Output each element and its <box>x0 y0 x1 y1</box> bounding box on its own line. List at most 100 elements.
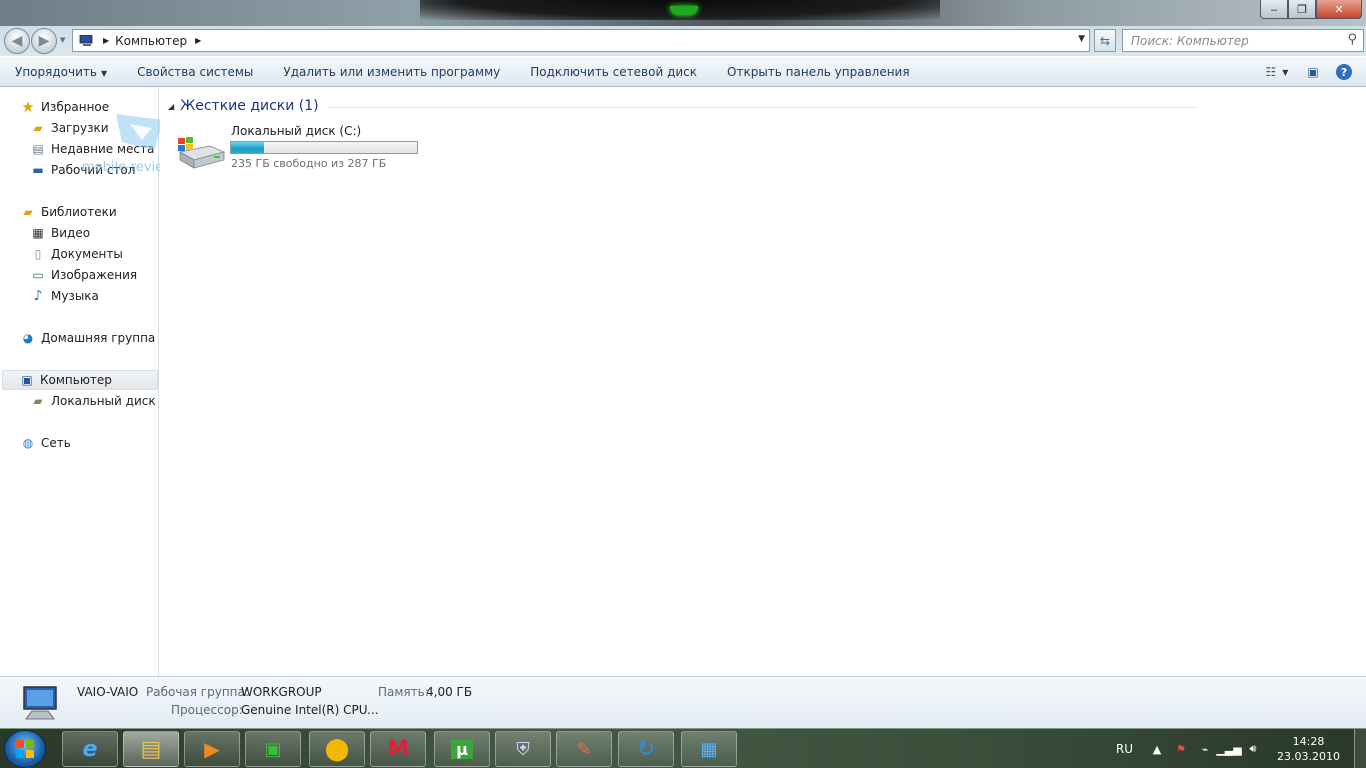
system-properties-button[interactable]: Свойства системы <box>122 65 268 79</box>
volume-icon[interactable]: 🔊︎ <box>1245 741 1261 757</box>
breadcrumb-separator-icon[interactable]: ▶ <box>195 36 201 45</box>
breadcrumb-separator-icon[interactable]: ▶ <box>103 36 109 45</box>
navigation-pane: ★ Избранное ▰ Загрузки ▤ Недавние места ▬ Ра… <box>0 88 159 676</box>
taskbar-media-center[interactable]: ▣ <box>245 731 301 767</box>
language-indicator[interactable]: RU <box>1116 742 1133 756</box>
taskbar-windows-explorer[interactable]: ▤ <box>123 731 179 767</box>
nav-libraries[interactable]: ▰ Библиотеки <box>20 202 117 222</box>
action-center-flag-icon[interactable]: ⚑ <box>1173 741 1189 757</box>
organize-button[interactable]: Упорядочить ▼ <box>0 65 122 79</box>
taskbar-sync[interactable]: ↻ <box>618 731 674 767</box>
show-hidden-icons-icon[interactable]: ▲ <box>1149 741 1165 757</box>
nav-libraries-label: Библиотеки <box>41 205 117 219</box>
nav-desktop[interactable]: ▬ Рабочий стол <box>30 160 135 180</box>
workgroup-value: WORKGROUP <box>241 685 322 699</box>
downloads-folder-icon: ▰ <box>33 121 43 135</box>
nav-local-disk-label: Локальный диск (C <box>51 394 158 408</box>
taskbar-security[interactable]: ⛨ <box>495 731 551 767</box>
video-icon: ▦ <box>32 226 44 240</box>
taskbar-app-yellow[interactable]: ⬤ <box>309 731 365 767</box>
nav-computer[interactable]: ▣ Компьютер <box>2 370 158 390</box>
refresh-button[interactable]: ⇆ <box>1094 29 1116 52</box>
nav-favorites-label: Избранное <box>41 100 110 114</box>
back-arrow-icon: ◀ <box>11 33 23 49</box>
system-tray: RU ▲ ⚑ ⌁ ▁▃▅ 🔊︎ 14:28 23.03.2010 <box>1116 729 1366 768</box>
taskbar-app-m[interactable]: M <box>370 731 426 767</box>
group-header-hard-disks[interactable]: ◢ Жесткие диски (1) <box>168 98 1198 114</box>
collapse-group-icon[interactable]: ◢ <box>168 102 174 111</box>
minimize-button[interactable]: ‒ <box>1260 0 1288 19</box>
group-title: Жесткие диски (1) <box>180 98 319 114</box>
nav-documents[interactable]: ▯ Документы <box>30 244 123 264</box>
star-icon: ★ <box>21 98 35 116</box>
taskbar-internet-explorer[interactable]: e <box>62 731 118 767</box>
music-icon: ♪ <box>33 288 43 304</box>
clock-date: 23.03.2010 <box>1277 750 1340 763</box>
address-dropdown-icon[interactable]: ▼ <box>1078 34 1085 44</box>
drive-usage-fill <box>231 142 265 153</box>
show-desktop-button[interactable] <box>1354 729 1366 768</box>
organize-label: Упорядочить <box>15 64 97 79</box>
nav-homegroup[interactable]: ◕ Домашняя группа <box>20 328 156 348</box>
m-app-icon: M <box>387 736 409 762</box>
content-area: ◢ Жесткие диски (1) Локальный диск (C:) … <box>160 88 1366 676</box>
nav-recent-places[interactable]: ▤ Недавние места <box>30 139 154 159</box>
taskbar-media-player[interactable]: ▶ <box>184 731 240 767</box>
utorrent-icon: µ <box>451 739 473 759</box>
nav-local-disk[interactable]: ▰ Локальный диск (C <box>30 391 158 411</box>
map-network-drive-button[interactable]: Подключить сетевой диск <box>515 65 712 79</box>
nav-computer-label: Компьютер <box>40 373 112 387</box>
nav-music-label: Музыка <box>51 289 99 303</box>
clock[interactable]: 14:28 23.03.2010 <box>1277 734 1340 764</box>
start-button[interactable] <box>4 730 46 768</box>
address-bar[interactable]: ▶ Компьютер ▶ ▼ <box>72 29 1090 52</box>
preview-pane-icon[interactable]: ▣ <box>1300 62 1326 82</box>
desktop-icon: ▬ <box>32 163 44 177</box>
help-icon[interactable]: ? <box>1336 64 1352 80</box>
search-input[interactable]: Поиск: Компьютер ⚲ <box>1122 29 1364 52</box>
maximize-button[interactable]: ❐ <box>1288 0 1316 19</box>
nav-favorites[interactable]: ★ Избранное <box>20 97 109 117</box>
close-button[interactable]: ✕ <box>1316 0 1362 19</box>
breadcrumb-computer[interactable]: Компьютер <box>115 34 187 48</box>
search-icon[interactable]: ⚲ <box>1347 32 1357 47</box>
hard-drive-icon <box>178 137 226 169</box>
forward-button[interactable]: ▶ <box>31 28 57 54</box>
network-icon: ◍ <box>22 436 34 450</box>
control-panel-icon: ▦ <box>700 738 718 760</box>
memory-label: Память: <box>378 685 429 699</box>
nav-images-label: Изображения <box>51 268 138 282</box>
wifi-signal-icon[interactable]: ▁▃▅ <box>1216 741 1241 757</box>
taskbar-control-panel[interactable]: ▦ <box>681 731 737 767</box>
nav-network[interactable]: ◍ Сеть <box>20 433 71 453</box>
taskbar-paint[interactable]: ✎ <box>556 731 612 767</box>
open-control-panel-button[interactable]: Открыть панель управления <box>712 65 925 79</box>
taskbar-utorrent[interactable]: µ <box>434 731 490 767</box>
nav-video[interactable]: ▦ Видео <box>30 223 90 243</box>
nav-music[interactable]: ♪ Музыка <box>30 286 99 306</box>
computer-icon: ▣ <box>21 373 33 387</box>
windows-logo-icon <box>16 740 34 758</box>
recent-pages-chevron-icon[interactable]: ▼ <box>60 36 65 44</box>
drive-item-c[interactable]: Локальный диск (C:) 235 ГБ свободно из 2… <box>176 124 436 176</box>
taskbar: e ▤ ▶ ▣ ⬤ M µ ⛨ ✎ ↻ ▦ RU ▲ ⚑ ⌁ ▁▃▅ 🔊︎ 14… <box>0 728 1366 768</box>
uninstall-program-button[interactable]: Удалить или изменить программу <box>268 65 515 79</box>
back-button[interactable]: ◀ <box>4 28 30 54</box>
power-plug-icon[interactable]: ⌁ <box>1197 741 1213 757</box>
group-divider <box>328 106 1198 108</box>
address-row: ◀ ▶ ▼ ▶ Компьютер ▶ ▼ ⇆ Поиск: Компьютер… <box>0 26 1366 56</box>
view-options-icon[interactable]: ☷ ▼ <box>1264 62 1290 82</box>
title-bar[interactable]: ‒ ❐ ✕ <box>0 0 1366 26</box>
nav-images[interactable]: ▭ Изображения <box>30 265 137 285</box>
nav-downloads[interactable]: ▰ Загрузки <box>30 118 109 138</box>
refresh-icon: ⇆ <box>1099 33 1111 48</box>
nav-downloads-label: Загрузки <box>51 121 109 135</box>
folder-icon: ▤ <box>140 736 162 762</box>
paint-palette-icon: ✎ <box>576 738 592 760</box>
details-pane: VAIO-VAIO Рабочая группа: WORKGROUP Памя… <box>0 676 1366 728</box>
images-icon: ▭ <box>32 268 44 282</box>
memory-value: 4,00 ГБ <box>426 685 473 699</box>
computer-icon <box>79 34 93 46</box>
title-bar-indicator <box>670 6 698 15</box>
libraries-icon: ▰ <box>23 205 33 219</box>
